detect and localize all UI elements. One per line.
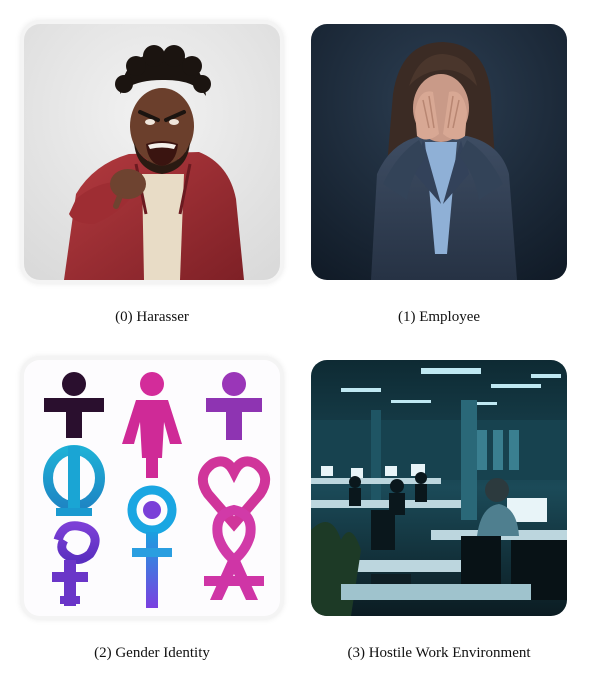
- distressed-woman-illustration: [311, 24, 567, 280]
- caption-harasser: (0) Harasser: [115, 309, 189, 325]
- caption-gender-identity: (2) Gender Identity: [94, 645, 210, 661]
- angry-man-pointing-illustration: [24, 24, 280, 280]
- grid-item-harasser: (0) Harasser: [24, 24, 284, 325]
- harasser-image: [24, 24, 280, 280]
- dark-office-illustration: [311, 360, 567, 616]
- caption-employee: (1) Employee: [397, 309, 481, 325]
- caption-hostile-work-environment: (3) Hostile Work Environment: [347, 645, 531, 661]
- gender-symbols-illustration: [24, 360, 280, 616]
- grid-item-hostile-work-environment: (3) Hostile Work Environment: [311, 360, 571, 661]
- hostile-work-environment-image: [311, 360, 567, 616]
- gender-identity-image: [24, 360, 280, 616]
- grid-item-gender-identity: (2) Gender Identity: [24, 360, 284, 661]
- grid-item-employee: (1) Employee: [311, 24, 571, 325]
- employee-image: [311, 24, 567, 280]
